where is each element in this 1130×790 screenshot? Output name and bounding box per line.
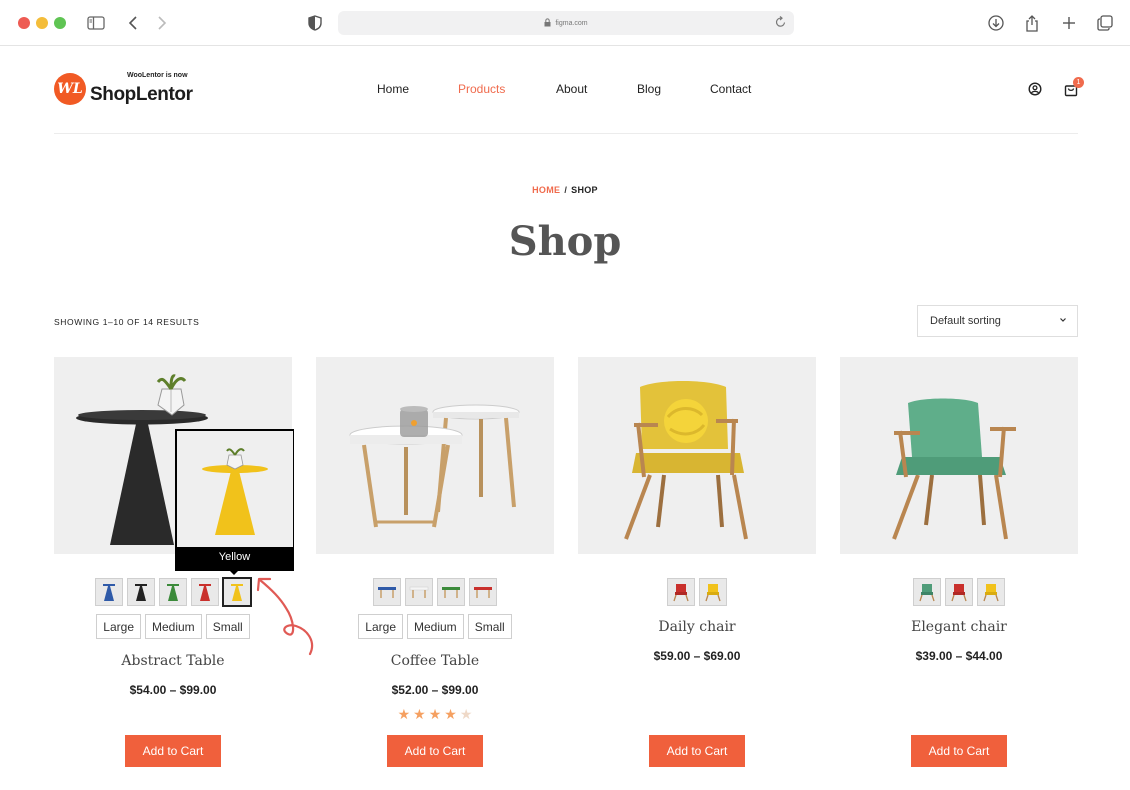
breadcrumb-current: SHOP — [571, 185, 598, 195]
product-title[interactable]: Elegant chair — [840, 619, 1078, 635]
swatch-tooltip: Yellow — [175, 429, 294, 575]
star-icon: ★ — [397, 706, 411, 722]
color-swatches — [316, 578, 554, 606]
product-title[interactable]: Coffee Table — [316, 653, 554, 669]
result-count: SHOWING 1–10 OF 14 RESULTS — [54, 317, 200, 327]
star-icon: ★ — [428, 706, 442, 722]
swatch-red[interactable] — [667, 578, 695, 606]
product-card-daily-chair: Daily chair $59.00 – $69.00 Add to Cart — [578, 357, 816, 777]
size-large[interactable]: Large — [96, 614, 141, 639]
product-price: $39.00 – $44.00 — [915, 649, 1003, 663]
share-icon[interactable] — [1021, 12, 1043, 34]
zoom-window-button[interactable] — [54, 17, 66, 29]
address-bar[interactable]: figma.com — [338, 11, 794, 35]
breadcrumb-home[interactable]: HOME — [532, 185, 560, 195]
add-to-cart-button[interactable]: Add to Cart — [911, 735, 1007, 767]
tooltip-arrow — [229, 570, 239, 575]
product-price: $52.00 – $99.00 — [391, 683, 479, 697]
product-image[interactable] — [840, 357, 1078, 554]
chevron-down-icon — [1059, 315, 1067, 327]
main-nav: Home Products About Blog Contact — [0, 82, 1130, 98]
nav-item-contact[interactable]: Contact — [710, 82, 751, 96]
star-icon: ★ — [444, 706, 457, 722]
account-icon[interactable] — [1028, 82, 1044, 98]
swatch-red[interactable] — [191, 578, 219, 606]
annotation-arrow-icon — [256, 577, 314, 656]
star-icon: ★ — [413, 706, 426, 722]
product-image[interactable] — [578, 357, 816, 554]
nav-item-products[interactable]: Products — [458, 82, 505, 96]
lock-icon — [544, 17, 551, 29]
sorting-value: Default sorting — [930, 315, 1001, 327]
back-icon[interactable] — [122, 12, 144, 34]
swatch-green[interactable] — [159, 578, 187, 606]
swatch-green[interactable] — [913, 578, 941, 606]
swatch-yellow[interactable] — [699, 578, 727, 606]
new-tab-icon[interactable] — [1058, 12, 1080, 34]
url-text: figma.com — [555, 19, 588, 27]
sorting-select[interactable]: Default sorting — [917, 305, 1078, 337]
size-medium[interactable]: Medium — [407, 614, 464, 639]
sidebar-icon[interactable] — [85, 12, 107, 34]
star-empty-icon: ★ — [459, 706, 473, 722]
tooltip-preview-image — [177, 431, 293, 547]
product-card-coffee-table: Large Medium Small Coffee Table $52.00 –… — [316, 357, 554, 777]
breadcrumb: HOME / SHOP — [0, 185, 1130, 195]
swatch-blue[interactable] — [95, 578, 123, 606]
tabs-icon[interactable] — [1094, 12, 1116, 34]
reload-icon[interactable] — [775, 16, 786, 30]
size-large[interactable]: Large — [358, 614, 403, 639]
cart-count-badge: 1 — [1073, 77, 1084, 88]
logo-tagline: WooLentor is now — [127, 72, 188, 79]
product-rating: ★ ★ ★ ★ ★ — [316, 706, 554, 723]
product-price: $54.00 – $99.00 — [129, 683, 217, 697]
add-to-cart-button[interactable]: Add to Cart — [387, 735, 483, 767]
swatch-black[interactable] — [127, 578, 155, 606]
product-price: $59.00 – $69.00 — [653, 649, 741, 663]
nav-item-about[interactable]: About — [556, 82, 587, 96]
add-to-cart-button[interactable]: Add to Cart — [125, 735, 221, 767]
tooltip-label: Yellow — [218, 551, 251, 563]
add-to-cart-button[interactable]: Add to Cart — [649, 735, 745, 767]
size-medium[interactable]: Medium — [145, 614, 202, 639]
size-options: Large Medium Small — [316, 614, 554, 639]
nav-item-home[interactable]: Home — [377, 82, 409, 96]
page-title: Shop — [508, 218, 622, 265]
shield-icon[interactable] — [304, 12, 326, 34]
product-title[interactable]: Daily chair — [578, 619, 816, 635]
browser-toolbar: figma.com — [0, 0, 1130, 46]
product-image[interactable] — [316, 357, 554, 554]
swatch-yellow[interactable] — [977, 578, 1005, 606]
size-small[interactable]: Small — [467, 614, 512, 639]
close-window-button[interactable] — [18, 17, 30, 29]
swatch-blue[interactable] — [373, 578, 401, 606]
swatch-natural[interactable] — [405, 578, 433, 606]
swatch-yellow[interactable] — [222, 577, 252, 607]
download-icon[interactable] — [985, 12, 1007, 34]
header-divider — [54, 133, 1078, 134]
nav-item-blog[interactable]: Blog — [637, 82, 661, 96]
swatch-red[interactable] — [945, 578, 973, 606]
color-swatches — [578, 578, 816, 606]
swatch-green[interactable] — [437, 578, 465, 606]
color-swatches — [840, 578, 1078, 606]
minimize-window-button[interactable] — [36, 17, 48, 29]
size-small[interactable]: Small — [205, 614, 250, 639]
product-card-elegant-chair: Elegant chair $39.00 – $44.00 Add to Car… — [840, 357, 1078, 777]
breadcrumb-separator: / — [564, 185, 568, 195]
forward-icon[interactable] — [151, 12, 173, 34]
swatch-red[interactable] — [469, 578, 497, 606]
